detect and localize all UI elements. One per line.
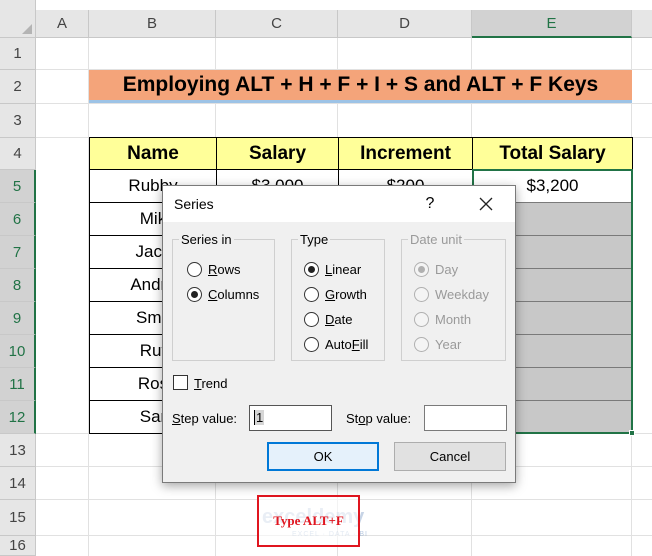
linear-radio[interactable]: [304, 261, 319, 277]
day-label: Day: [435, 261, 459, 277]
date-radio[interactable]: [304, 311, 319, 327]
type-autofill-option[interactable]: AutoFill: [304, 335, 368, 353]
dialog-title: Series: [174, 196, 214, 212]
row-header-7[interactable]: 7: [0, 236, 36, 269]
rows-label: Rows: [208, 261, 241, 277]
day-radio: [414, 261, 429, 277]
linear-label: Linear: [325, 261, 362, 277]
column-header-d[interactable]: D: [338, 10, 472, 38]
series-in-group: Series in Rows Columns: [172, 232, 275, 361]
series-in-label: Series in: [179, 232, 234, 247]
table-header-total-salary[interactable]: Total Salary: [472, 137, 633, 170]
trend-label[interactable]: Trend: [194, 376, 228, 391]
autofill-radio[interactable]: [304, 336, 319, 352]
sheet-title-banner[interactable]: Employing ALT + H + F + I + S and ALT + …: [89, 70, 632, 103]
close-button[interactable]: [473, 192, 499, 216]
columns-label: Columns: [208, 286, 260, 302]
column-header-a[interactable]: A: [36, 10, 89, 38]
growth-radio[interactable]: [304, 286, 319, 302]
cancel-button[interactable]: Cancel: [394, 442, 506, 471]
select-all-triangle: [22, 24, 32, 34]
growth-label: Growth: [325, 286, 367, 302]
row-header-13[interactable]: 13: [0, 434, 36, 467]
column-header-c[interactable]: C: [216, 10, 338, 38]
rows-radio[interactable]: [187, 261, 202, 277]
series-dialog: Series ? Series in Rows Columns Type Lin…: [162, 185, 516, 483]
row-header-9[interactable]: 9: [0, 302, 36, 335]
column-header-b[interactable]: B: [89, 10, 216, 38]
select-all-corner[interactable]: [0, 0, 36, 38]
top-strip: [36, 0, 652, 10]
column-header-e[interactable]: E: [472, 10, 632, 38]
gridline: [36, 103, 652, 104]
table-header-salary[interactable]: Salary: [216, 137, 339, 170]
row-header-8[interactable]: 8: [0, 269, 36, 302]
date-unit-month-option: Month: [414, 310, 471, 328]
ok-button[interactable]: OK: [267, 442, 379, 471]
fill-handle[interactable]: [629, 430, 635, 436]
shortcut-callout: Type ALT+F: [257, 495, 360, 547]
month-radio: [414, 311, 429, 327]
date-unit-day-option: Day: [414, 260, 458, 278]
year-label: Year: [435, 336, 462, 352]
month-label: Month: [435, 311, 472, 327]
row-header-10[interactable]: 10: [0, 335, 36, 368]
type-group: Type Linear Growth Date AutoFill: [291, 232, 385, 361]
type-linear-option[interactable]: Linear: [304, 260, 361, 278]
date-unit-year-option: Year: [414, 335, 461, 353]
close-icon: [479, 197, 493, 211]
weekday-radio: [414, 286, 429, 302]
row-header-1[interactable]: 1: [0, 38, 36, 70]
table-header-increment[interactable]: Increment: [338, 137, 473, 170]
series-in-rows-option[interactable]: Rows: [187, 260, 241, 278]
step-value-text: 1: [254, 410, 265, 425]
row-header-12[interactable]: 12: [0, 401, 36, 434]
weekday-label: Weekday: [435, 286, 489, 302]
date-unit-group: Date unit Day Weekday Month Year: [401, 232, 506, 361]
row-header-4[interactable]: 4: [0, 138, 36, 170]
date-unit-label: Date unit: [408, 232, 465, 247]
stop-value-input[interactable]: [424, 405, 507, 431]
dialog-titlebar[interactable]: Series ?: [163, 186, 515, 222]
type-date-option[interactable]: Date: [304, 310, 352, 328]
stop-value-label: Stop value:: [346, 411, 412, 426]
series-in-columns-option[interactable]: Columns: [187, 285, 259, 303]
row-header-11[interactable]: 11: [0, 368, 36, 401]
trend-checkbox[interactable]: [173, 375, 188, 390]
type-growth-option[interactable]: Growth: [304, 285, 367, 303]
type-label: Type: [298, 232, 331, 247]
table-header-name[interactable]: Name: [89, 137, 217, 170]
autofill-label: AutoFill: [325, 336, 369, 352]
date-label: Date: [325, 311, 353, 327]
row-header-6[interactable]: 6: [0, 203, 36, 236]
date-unit-weekday-option: Weekday: [414, 285, 489, 303]
year-radio: [414, 336, 429, 352]
row-header-14[interactable]: 14: [0, 467, 36, 500]
row-header-3[interactable]: 3: [0, 104, 36, 138]
column-header-f[interactable]: [632, 10, 652, 38]
help-button[interactable]: ?: [419, 192, 441, 216]
row-header-2[interactable]: 2: [0, 70, 36, 104]
row-header-16[interactable]: 16: [0, 536, 36, 556]
row-header-5[interactable]: 5: [0, 170, 36, 203]
step-value-label: Step value:: [172, 411, 238, 426]
columns-radio[interactable]: [187, 286, 202, 302]
row-header-15[interactable]: 15: [0, 500, 36, 536]
step-value-input[interactable]: 1: [249, 405, 332, 431]
